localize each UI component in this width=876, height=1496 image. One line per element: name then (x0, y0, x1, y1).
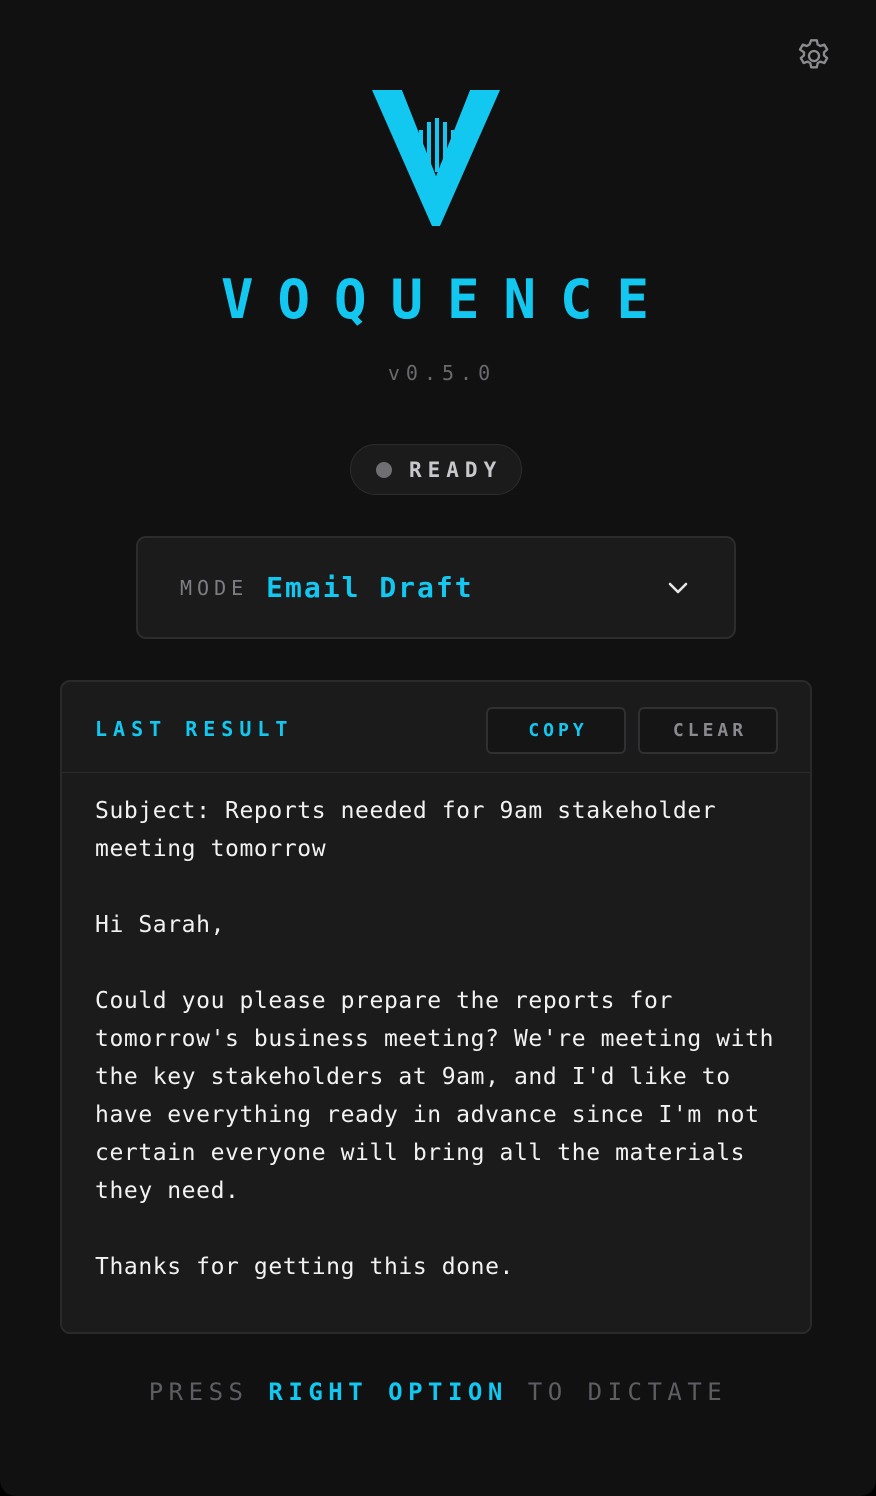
last-result-header: LAST RESULT COPY CLEAR (62, 682, 810, 773)
result-paragraph: Hi Sarah, (95, 912, 226, 938)
result-text: Subject: Reports needed for 9am stakehol… (95, 792, 785, 1324)
app-title: VOQUENCE (220, 268, 674, 331)
settings-button[interactable] (794, 36, 834, 76)
status-badge: READY (350, 444, 522, 495)
status-dot-icon (376, 461, 392, 478)
hint-suffix: TO DICTATE (527, 1378, 728, 1406)
mode-value: Email Draft (266, 571, 474, 604)
app-version: v0.5.0 (387, 361, 497, 385)
chevron-down-icon (668, 582, 688, 594)
app-window: VOQUENCE v0.5.0 READY MODE Email Draft L… (0, 0, 876, 1496)
last-result-title: LAST RESULT (95, 717, 294, 741)
result-paragraph: Could you please prepare the reports for… (95, 988, 775, 1204)
result-paragraph: Thanks for getting this done. (95, 1254, 514, 1280)
result-paragraph: Subject: Reports needed for 9am stakehol… (95, 798, 717, 862)
dictate-hint: PRESS RIGHT OPTION TO DICTATE (0, 1376, 876, 1408)
mode-selector[interactable]: MODE Email Draft (136, 536, 736, 639)
hint-key: RIGHT OPTION (268, 1378, 508, 1406)
gear-icon (798, 39, 829, 69)
hint-prefix: PRESS (148, 1378, 249, 1406)
copy-button[interactable]: COPY (486, 707, 626, 754)
last-result-card: LAST RESULT COPY CLEAR Subject: Reports … (60, 680, 812, 1334)
mode-label: MODE (180, 575, 249, 600)
voquence-logo (372, 90, 500, 226)
clear-button[interactable]: CLEAR (638, 707, 778, 754)
status-label: READY (409, 457, 503, 482)
